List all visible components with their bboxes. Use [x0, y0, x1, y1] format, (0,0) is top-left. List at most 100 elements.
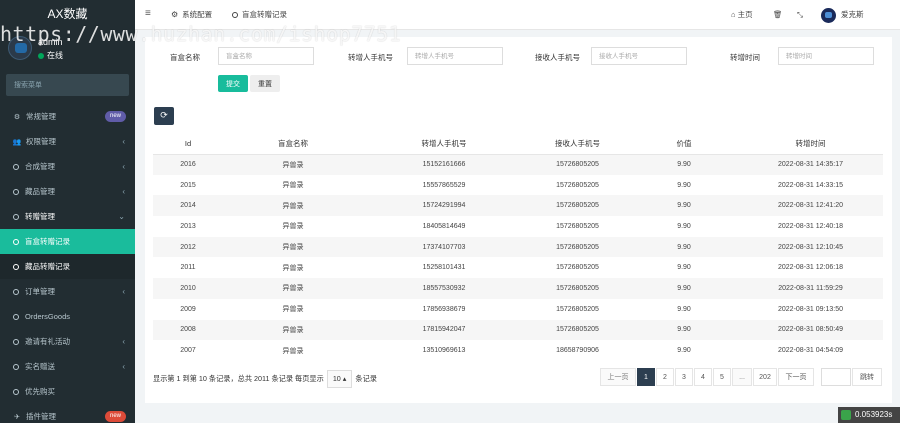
user-menu[interactable]: 爱克斯: [821, 0, 864, 30]
column-header-id[interactable]: Id: [153, 134, 223, 155]
page-button-last[interactable]: 202: [753, 368, 777, 386]
table-row[interactable]: 2014 异兽录 15724291994 15726805205 9.90 2022-08…: [153, 195, 883, 217]
sidebar-item-collection-transfer-log[interactable]: 藏品转赠记录: [0, 254, 135, 279]
tab-blindbox-transfer-log[interactable]: 盲盒转赠记录: [232, 0, 287, 30]
sidebar-item-orders[interactable]: 订单管理 ‹: [0, 279, 135, 304]
table-row[interactable]: 2013 异兽录 18405814649 15726805205 9.90 2022-08…: [153, 216, 883, 237]
refresh-button[interactable]: ⟳: [154, 107, 174, 125]
cell-from-phone: 17374107703: [363, 236, 525, 258]
column-header-to-phone[interactable]: 接收人手机号: [525, 134, 630, 155]
next-page-button[interactable]: 下一页: [778, 368, 814, 386]
online-dot-icon: [38, 52, 44, 59]
sidebar-item-synthesis[interactable]: 合成管理 ‹: [0, 154, 135, 179]
page-size-select[interactable]: 10 ▴: [326, 370, 353, 388]
page-button[interactable]: 4: [694, 368, 712, 386]
sidebar-search-input[interactable]: [6, 74, 129, 96]
clear-cache-button[interactable]: 🗑: [773, 0, 783, 30]
tab-label: 系统配置: [182, 10, 213, 19]
table-row[interactable]: 2010 异兽录 18557530932 15726805205 9.90 2022-08…: [153, 278, 883, 299]
sidebar-item-general[interactable]: ⚙ 常规管理 new: [0, 104, 135, 129]
page-button[interactable]: 5: [713, 368, 731, 386]
filter-from-phone-input[interactable]: [407, 47, 503, 65]
table-row[interactable]: 2011 异兽录 15258101431 15726805205 9.90 2022-08…: [153, 257, 883, 278]
sidebar-item-plugins[interactable]: ✈ 插件管理 new: [0, 404, 135, 423]
page-button[interactable]: 2: [656, 368, 674, 386]
prev-page-button[interactable]: 上一页: [600, 368, 636, 386]
sidebar: AX数藏 admin 在线 ⚙ 常规管理 new 👥 权限管理 ‹ 合成管理 ‹ 藏品管理…: [0, 0, 135, 423]
filter-name-label: 盲盒名称: [170, 53, 200, 62]
fullscreen-button[interactable]: ⤡: [797, 0, 803, 30]
filter-name-input[interactable]: [218, 47, 314, 65]
cell-id: 2007: [180, 347, 196, 355]
cell-name: 异兽录: [223, 319, 363, 341]
filter-time-input[interactable]: [778, 47, 874, 65]
column-header-time[interactable]: 转增时间: [738, 134, 883, 155]
users-icon: 👥: [12, 139, 22, 146]
cell-id: 2012: [153, 236, 223, 258]
jump-page-input[interactable]: [821, 368, 851, 386]
sidebar-item-label: 权限管理: [26, 137, 56, 146]
jump-button[interactable]: 跳转: [852, 368, 882, 386]
filter-time-label: 转增时间: [730, 53, 760, 62]
pagination-info-prefix: 显示第 1 到第 10 条记录，总共 2011 条记录 每页显示: [153, 374, 324, 383]
brand-logo[interactable]: AX数藏: [0, 0, 135, 28]
circle-icon: [13, 364, 19, 371]
sidebar-item-label: 转赠管理: [25, 212, 55, 221]
circle-icon: [13, 264, 19, 271]
new-badge: new: [104, 111, 126, 122]
home-link[interactable]: ⌂ 主页: [731, 0, 753, 30]
cell-name: 异兽录: [282, 347, 304, 355]
sidebar-item-blindbox-transfer-log[interactable]: 盲盒转赠记录: [0, 229, 135, 254]
chevron-left-icon: ‹: [122, 337, 125, 346]
menu-toggle-icon[interactable]: ≡: [145, 8, 151, 19]
submit-button[interactable]: 提交: [218, 75, 248, 92]
circle-icon: [232, 12, 238, 19]
gear-icon: ⚙: [171, 10, 179, 19]
sidebar-item-label: 订单管理: [25, 287, 55, 296]
circle-icon: [13, 314, 19, 321]
table-row[interactable]: 2008 异兽录 17815942047 15726805205 9.90 2022-08…: [153, 319, 883, 341]
top-username: 爱克斯: [841, 10, 864, 19]
sidebar-item-transfers[interactable]: 转赠管理 ⌄: [0, 204, 135, 229]
table-body: 2016 异兽录 15152161666 15726805205 9.90 2022-08…: [153, 154, 883, 361]
cell-to-phone: 18658790906: [556, 347, 599, 355]
cell-name: 异兽录: [223, 195, 363, 217]
cell-id: 2016: [153, 154, 223, 175]
cell-value: 9.90: [677, 264, 691, 272]
sidebar-item-label: 实名赠送: [25, 362, 55, 371]
circle-icon: [13, 164, 19, 171]
user-status: 在线: [38, 50, 63, 61]
circle-icon: [13, 239, 19, 246]
sidebar-item-realname-gift[interactable]: 实名赠送 ‹: [0, 354, 135, 379]
table-row[interactable]: 2009 异兽录 17856938679 15726805205 9.90 2022-08…: [153, 299, 883, 320]
column-header-value[interactable]: 价值: [630, 134, 738, 155]
cell-id: 2011: [180, 264, 196, 272]
tab-system-config[interactable]: ⚙ 系统配置: [171, 0, 212, 30]
table-row[interactable]: 2007 异兽录 13510969613 18658790906 9.90 2022-08…: [153, 340, 883, 361]
page-button[interactable]: 3: [675, 368, 693, 386]
cell-from-phone: 17815942047: [363, 319, 525, 341]
table-row[interactable]: 2016 异兽录 15152161666 15726805205 9.90 2022-08…: [153, 154, 883, 175]
sidebar-item-label: OrdersGoods: [25, 312, 71, 321]
cell-to-phone: 15726805205: [556, 222, 599, 230]
cell-name: 异兽录: [223, 236, 363, 258]
cell-value: 9.90: [630, 154, 738, 175]
cell-id: 2013: [180, 222, 196, 230]
column-header-from-phone[interactable]: 转增人手机号: [363, 134, 525, 155]
sidebar-item-ordersgoods[interactable]: OrdersGoods: [0, 304, 135, 329]
user-name: admin: [38, 37, 63, 47]
sidebar-item-priority-purchase[interactable]: 优先购买: [0, 379, 135, 404]
sidebar-item-collections[interactable]: 藏品管理 ‹: [0, 179, 135, 204]
column-header-name[interactable]: 盲盒名称: [223, 134, 363, 155]
cell-time: 2022-08-31 04:54:09: [778, 347, 843, 355]
sidebar-item-invite[interactable]: 邀请有礼活动 ‹: [0, 329, 135, 354]
table-row[interactable]: 2012 异兽录 17374107703 15726805205 9.90 2022-08…: [153, 236, 883, 258]
sidebar-item-permissions[interactable]: 👥 权限管理 ‹: [0, 129, 135, 154]
circle-icon: [13, 189, 19, 196]
page-button[interactable]: 1: [637, 368, 655, 386]
filter-to-phone-input[interactable]: [591, 47, 687, 65]
reset-button[interactable]: 重置: [250, 75, 280, 92]
page-ellipsis: ...: [732, 368, 752, 386]
table-row[interactable]: 2015 异兽录 15557865529 15726805205 9.90 2022-08…: [153, 175, 883, 196]
chevron-left-icon: ‹: [122, 187, 125, 196]
